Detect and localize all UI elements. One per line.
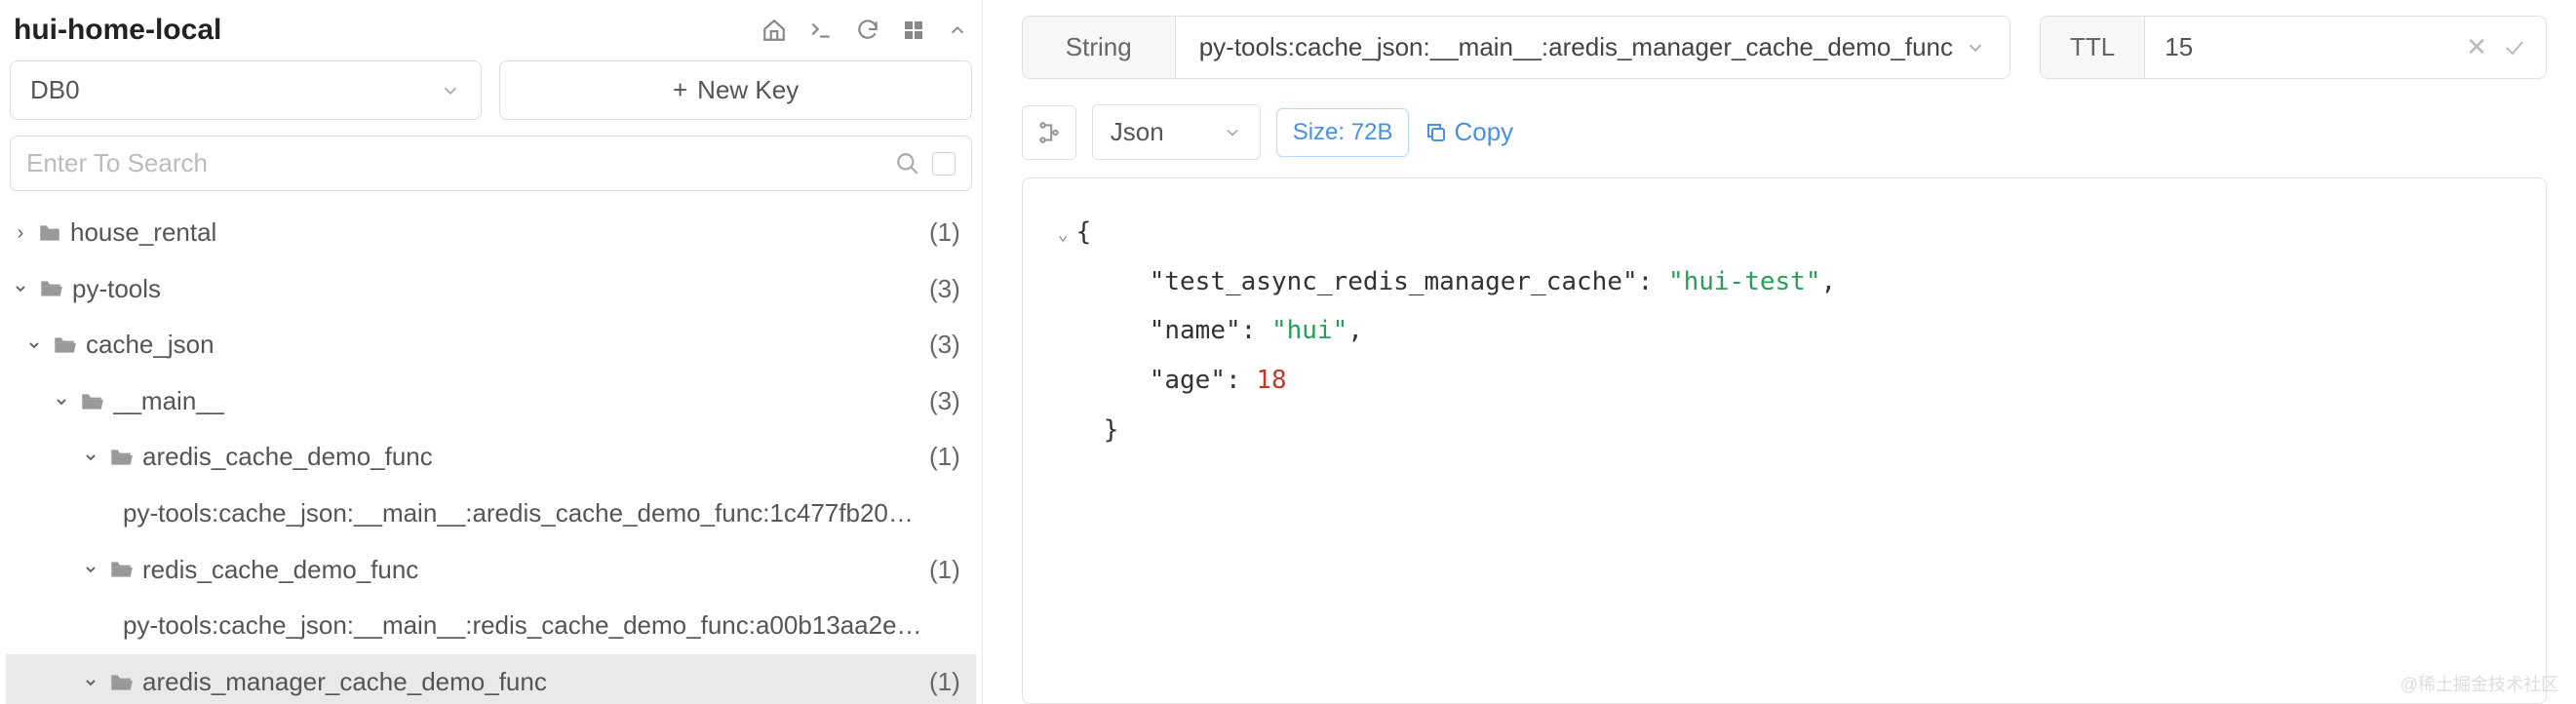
ttl-value-text: 15 <box>2165 32 2193 62</box>
chevron-down-icon[interactable] <box>1965 37 1986 59</box>
format-label: Json <box>1111 117 1164 147</box>
key-box: String py-tools:cache_json:__main__:ared… <box>1022 16 2010 79</box>
tree-folder-redis-cache[interactable]: redis_cache_demo_func (1) <box>6 542 976 599</box>
refresh-icon[interactable] <box>855 18 880 43</box>
key-type-label: String <box>1023 17 1176 78</box>
search-row <box>6 136 976 199</box>
chevron-right-icon: › <box>12 217 29 249</box>
folder-open-icon <box>107 670 135 695</box>
grid-icon[interactable] <box>902 19 925 42</box>
key-header-row: String py-tools:cache_json:__main__:ared… <box>1022 16 2547 79</box>
chevron-down-icon <box>53 394 70 410</box>
copy-label: Copy <box>1454 117 1513 147</box>
tree-folder-house-rental[interactable]: › house_rental (1) <box>6 205 976 261</box>
format-selector[interactable]: Json <box>1092 104 1261 160</box>
new-key-button[interactable]: + New Key <box>499 60 971 120</box>
tree-folder-aredis-manager[interactable]: aredis_manager_cache_demo_func (1) <box>6 654 976 704</box>
tree-key-redis-cache[interactable]: py-tools:cache_json:__main__:redis_cache… <box>6 598 976 654</box>
confirm-icon[interactable] <box>2503 36 2526 59</box>
folder-icon <box>37 220 62 246</box>
folder-open-icon <box>107 445 135 470</box>
close-icon[interactable]: ✕ <box>2466 32 2487 62</box>
chevron-down-icon <box>82 450 99 465</box>
exact-match-checkbox[interactable] <box>932 152 956 176</box>
plus-icon: + <box>673 75 687 105</box>
chevron-down-icon <box>82 675 99 690</box>
folder-open-icon <box>51 332 78 358</box>
tree-folder-aredis-cache[interactable]: aredis_cache_demo_func (1) <box>6 429 976 486</box>
chevron-down-icon <box>440 80 461 101</box>
db-row: DB0 + New Key <box>6 60 976 136</box>
key-name-field[interactable]: py-tools:cache_json:__main__:aredis_mana… <box>1176 17 2010 78</box>
tree-folder-py-tools[interactable]: py-tools (3) <box>6 261 976 318</box>
chevron-down-icon <box>12 281 29 296</box>
left-panel: hui-home-local DB0 + New Key › <box>0 0 983 704</box>
folder-open-icon <box>78 389 105 414</box>
db-selector[interactable]: DB0 <box>10 60 482 120</box>
search-icon[interactable] <box>895 151 920 176</box>
key-tree: › house_rental (1) py-tools (3) cache_js… <box>6 199 976 704</box>
json-viewer[interactable]: ⌄{ "test_async_redis_manager_cache": "hu… <box>1022 177 2547 704</box>
search-input[interactable] <box>26 148 883 178</box>
tree-folder-cache-json[interactable]: cache_json (3) <box>6 317 976 373</box>
home-icon[interactable] <box>761 18 787 43</box>
collapse-toggle-icon[interactable]: ⌄ <box>1058 224 1069 245</box>
ttl-box: TTL 15 ✕ <box>2040 16 2547 79</box>
tree-key-aredis-cache[interactable]: py-tools:cache_json:__main__:aredis_cach… <box>6 486 976 542</box>
terminal-icon[interactable] <box>808 18 834 43</box>
tree-folder-main[interactable]: __main__ (3) <box>6 373 976 430</box>
db-selected-label: DB0 <box>30 75 80 105</box>
connection-title: hui-home-local <box>14 14 221 47</box>
folder-open-icon <box>107 557 135 582</box>
folder-open-icon <box>37 276 64 301</box>
right-panel: String py-tools:cache_json:__main__:ared… <box>983 0 2576 704</box>
chevron-down-icon <box>1223 123 1242 142</box>
ttl-field[interactable]: 15 ✕ <box>2145 17 2546 78</box>
tree-view-icon[interactable] <box>1022 105 1076 160</box>
search-input-wrap <box>10 136 972 191</box>
connection-header: hui-home-local <box>6 10 976 60</box>
copy-button[interactable]: Copy <box>1425 117 1513 147</box>
size-badge: Size: 72B <box>1276 108 1410 157</box>
collapse-icon[interactable] <box>947 20 968 41</box>
key-name-text: py-tools:cache_json:__main__:aredis_mana… <box>1199 32 1953 62</box>
watermark: @稀土掘金技术社区 <box>2400 671 2558 696</box>
header-actions <box>761 18 968 43</box>
chevron-down-icon <box>82 562 99 577</box>
new-key-label: New Key <box>697 75 799 105</box>
viewer-toolbar: Json Size: 72B Copy <box>1022 104 2547 160</box>
chevron-down-icon <box>25 337 43 353</box>
ttl-label: TTL <box>2041 17 2145 78</box>
